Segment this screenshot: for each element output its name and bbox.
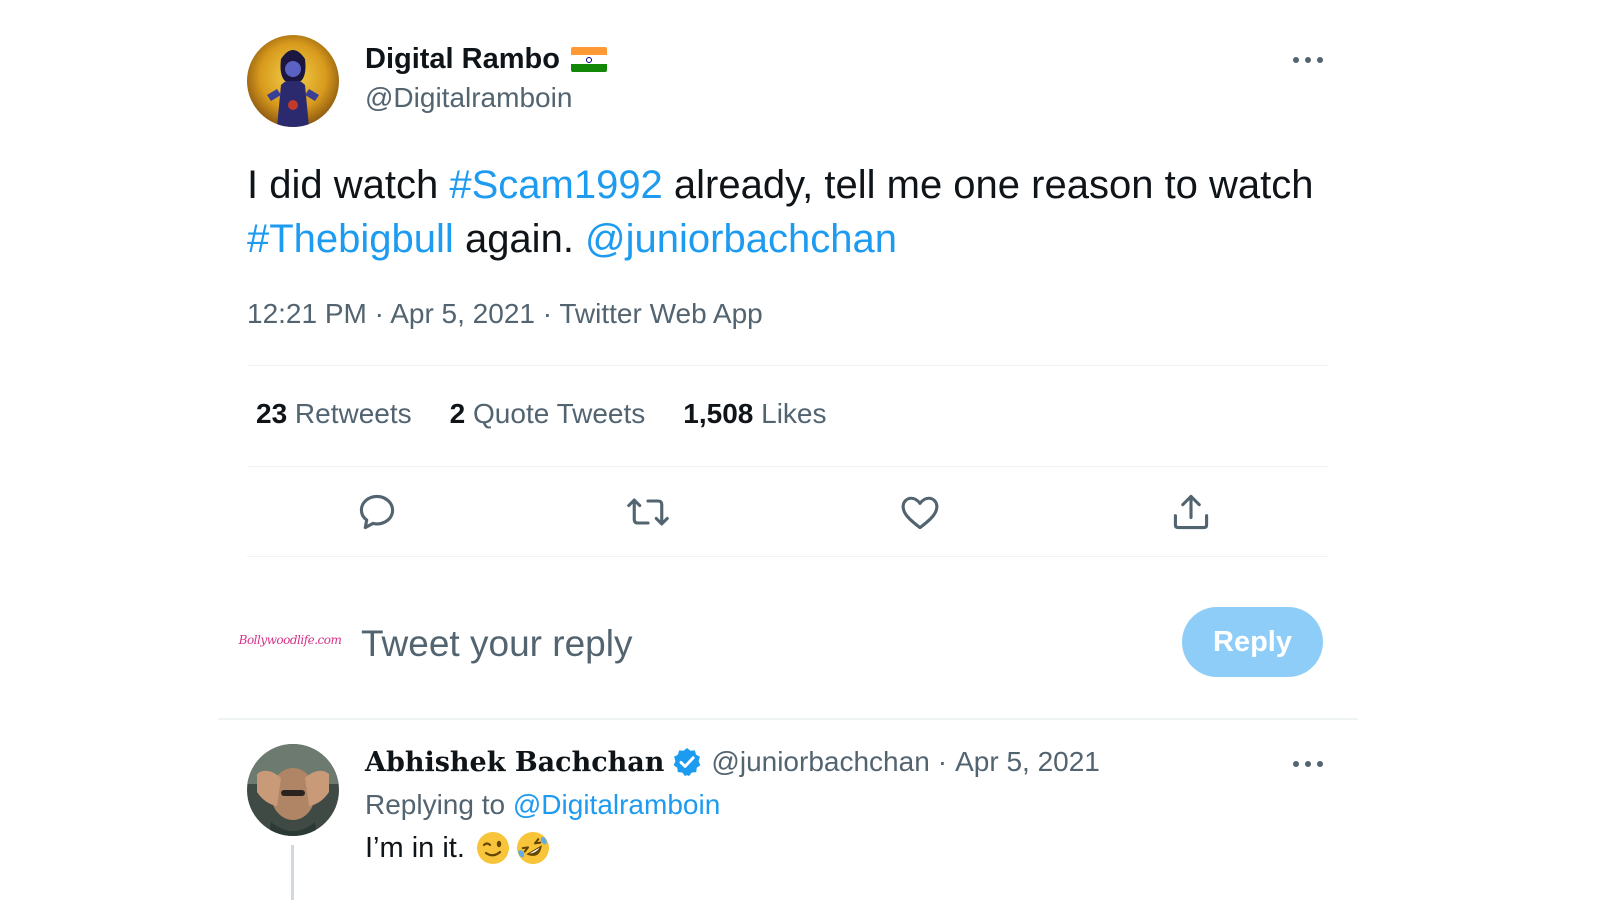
current-user-avatar[interactable]: Bollywoodlife.com xyxy=(239,620,342,660)
reply-author-handle[interactable]: @juniorbachchan xyxy=(711,746,929,778)
likes-count: 1,508 xyxy=(683,398,754,429)
tweet-meta: 12:21 PM · Apr 5, 2021 · Twitter Web App xyxy=(247,298,763,330)
hashtag-link[interactable]: #Scam1992 xyxy=(449,163,662,207)
tweet-date[interactable]: Apr 5, 2021 xyxy=(390,298,535,329)
replying-to: Replying to @Digitalramboin xyxy=(365,789,720,821)
reply-text-content: I’m in it. xyxy=(365,831,465,864)
verified-badge-icon xyxy=(674,748,701,776)
likes-label: Likes xyxy=(753,398,827,429)
tweet-card: Digital Rambo @Digitalramboin I did watc… xyxy=(218,0,1388,900)
replying-to-prefix: Replying to xyxy=(365,789,513,820)
mention-link[interactable]: @juniorbachchan xyxy=(585,217,897,261)
retweet-icon[interactable] xyxy=(626,490,670,534)
more-options-icon[interactable] xyxy=(1288,46,1328,74)
tweet-stats: 23 Retweets 2 Quote Tweets 1,508 Likes xyxy=(256,398,865,430)
reply-date[interactable]: Apr 5, 2021 xyxy=(955,746,1100,778)
quote-tweets-count: 2 xyxy=(449,398,466,429)
tweet-text-part: already, tell me one reason to watch xyxy=(662,163,1314,207)
tweet-text-part: again. xyxy=(453,217,586,261)
divider xyxy=(247,556,1328,557)
thread-line xyxy=(291,845,294,900)
divider xyxy=(247,365,1328,366)
tweet-time[interactable]: 12:21 PM xyxy=(247,298,367,329)
tweet-text: I did watch #Scam1992 already, tell me o… xyxy=(247,158,1347,266)
author-handle[interactable]: @Digitalramboin xyxy=(365,82,572,114)
reply-author-name[interactable]: Abhishek Bachchan xyxy=(365,747,664,778)
quote-tweets-label: Quote Tweets xyxy=(465,398,646,429)
rolling-on-floor-laughing-emoji xyxy=(516,832,549,864)
likes-stat[interactable]: 1,508 Likes xyxy=(683,398,826,430)
replying-to-link[interactable]: @Digitalramboin xyxy=(513,789,720,820)
share-icon[interactable] xyxy=(1169,490,1213,534)
winking-face-emoji xyxy=(476,832,509,864)
quote-tweets-stat[interactable]: 2 Quote Tweets xyxy=(450,398,646,430)
india-flag-icon xyxy=(570,47,607,72)
like-icon[interactable] xyxy=(898,490,942,534)
reply-input[interactable] xyxy=(361,618,1141,670)
reply-author-avatar[interactable] xyxy=(247,744,339,836)
author-name[interactable]: Digital Rambo xyxy=(365,43,607,76)
reply-button[interactable]: Reply xyxy=(1182,607,1323,677)
hashtag-link[interactable]: #Thebigbull xyxy=(247,217,454,261)
divider xyxy=(247,466,1328,467)
tweet-source[interactable]: Twitter Web App xyxy=(559,298,762,329)
tweet-text-part: I did watch xyxy=(247,163,450,207)
divider xyxy=(218,718,1358,720)
reply-text: I’m in it. xyxy=(365,830,551,866)
reply-header: Abhishek Bachchan @juniorbachchan · Apr … xyxy=(365,746,1100,778)
retweets-stat[interactable]: 23 Retweets xyxy=(256,398,412,430)
reply-more-options-icon[interactable] xyxy=(1288,750,1328,778)
reply-icon[interactable] xyxy=(355,490,399,534)
reply-separator: · xyxy=(937,746,948,777)
meta-separator: · xyxy=(534,298,560,329)
retweets-label: Retweets xyxy=(287,398,412,429)
retweets-count: 23 xyxy=(256,398,288,429)
author-avatar[interactable] xyxy=(247,35,339,127)
meta-separator: · xyxy=(366,298,391,329)
author-name-text: Digital Rambo xyxy=(365,43,560,75)
